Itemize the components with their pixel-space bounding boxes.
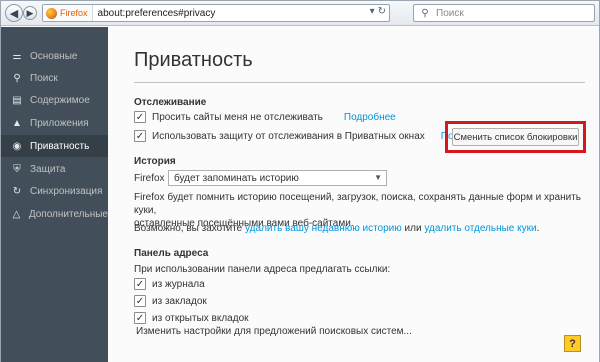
history-actions-line: Возможно, вы захотите удалить вашу недав… [134, 222, 539, 235]
suggest-open-tabs-checkbox[interactable]: ✓ [134, 312, 146, 324]
identity-label: Firefox [60, 8, 88, 18]
tracking-protection-label: Использовать защиту от отслеживания в Пр… [152, 130, 425, 142]
title-divider [134, 82, 585, 83]
dnt-checkbox[interactable]: ✓ [134, 111, 146, 123]
or-text: или [404, 223, 422, 234]
navigation-toolbar: ◀ ▶ Firefox about:preferences#privacy ▾ … [1, 1, 599, 26]
suggest-open-tabs-row: ✓ из открытых вкладок [134, 312, 249, 324]
document-icon: ▤ [12, 94, 22, 106]
sidebar-item-label: Основные [30, 50, 78, 62]
suggest-bookmarks-row: ✓ из закладок [134, 295, 207, 307]
forward-arrow-icon: ▶ [26, 7, 34, 18]
url-bar[interactable]: Firefox about:preferences#privacy ▾ ↻ [42, 4, 390, 22]
search-engine-icon[interactable]: ⚲ [414, 8, 436, 19]
mask-icon: ◉ [12, 140, 22, 152]
change-search-suggestions-link[interactable]: Изменить настройки для предложений поиск… [136, 325, 412, 338]
sidebar-item-label: Приложения [30, 117, 89, 129]
clear-recent-history-link[interactable]: удалить вашу недавнюю историю [245, 223, 402, 234]
urlbar-buttons: ▾ ↻ [370, 6, 386, 17]
sidebar-item-label: Дополнительные [28, 208, 108, 220]
url-text[interactable]: about:preferences#privacy [93, 8, 216, 19]
dnt-label: Просить сайты меня не отслеживать [152, 111, 323, 123]
sidebar-item-label: Приватность [30, 140, 90, 152]
page-title: Приватность [134, 49, 253, 71]
history-mode-value: будет запоминать историю [174, 172, 299, 184]
tracking-protection-checkbox[interactable]: ✓ [134, 130, 146, 142]
suggest-history-checkbox[interactable]: ✓ [134, 278, 146, 290]
sidebar-item-label: Содержимое [30, 94, 90, 106]
suggest-bookmarks-checkbox[interactable]: ✓ [134, 295, 146, 307]
suggest-history-label: из журнала [152, 278, 205, 290]
preferences-sidebar: ⚌ Основные ⚲ Поиск ▤ Содержимое ▲ Прилож… [1, 27, 108, 362]
sidebar-item-search[interactable]: ⚲ Поиск [1, 67, 108, 89]
sidebar-item-label: Синхронизация [30, 185, 103, 197]
dropdown-icon[interactable]: ▾ [370, 6, 375, 17]
remove-cookies-link[interactable]: удалить отдельные куки [424, 223, 536, 234]
sync-icon: ↻ [12, 185, 22, 197]
reload-icon[interactable]: ↻ [378, 6, 386, 17]
rocket-icon: ▲ [12, 117, 22, 129]
tracking-heading: Отслеживание [134, 97, 207, 108]
forward-button[interactable]: ▶ [23, 6, 37, 20]
search-bar[interactable]: ⚲ Поиск [413, 4, 595, 22]
chevron-down-icon: ▼ [374, 173, 382, 182]
sidebar-item-label: Защита [30, 163, 66, 175]
sidebar-item-general[interactable]: ⚌ Основные [1, 45, 108, 67]
tracking-protection-row: ✓ Использовать защиту от отслеживания в … [134, 130, 493, 142]
highlight-frame [445, 121, 586, 153]
switch-icon: ⚌ [12, 50, 22, 62]
sidebar-item-label: Поиск [30, 72, 58, 84]
sidebar-item-advanced[interactable]: △ Дополнительные [1, 203, 108, 225]
search-placeholder: Поиск [436, 7, 464, 19]
period-text: . [536, 223, 540, 234]
sidebar-item-sync[interactable]: ↻ Синхронизация [1, 180, 108, 202]
sidebar-item-security[interactable]: ⛨ Защита [1, 158, 108, 180]
history-desc-line1: Firefox будет помнить историю посещений,… [134, 192, 582, 216]
suggest-open-tabs-label: из открытых вкладок [152, 312, 249, 324]
maybe-prefix: Возможно, вы захотите [134, 223, 243, 234]
firefox-logo-icon [46, 7, 57, 19]
sidebar-item-content[interactable]: ▤ Содержимое [1, 89, 108, 111]
firefox-will-label: Firefox [134, 173, 165, 184]
suggest-bookmarks-label: из закладок [152, 295, 207, 307]
location-bar-heading: Панель адреса [134, 248, 209, 259]
back-button[interactable]: ◀ [5, 4, 23, 22]
sidebar-item-applications[interactable]: ▲ Приложения [1, 112, 108, 134]
location-bar-description: При использовании панели адреса предлага… [134, 264, 391, 275]
suggest-history-row: ✓ из журнала [134, 278, 205, 290]
shield-icon: ⛨ [13, 163, 21, 175]
dnt-row: ✓ Просить сайты меня не отслеживать Подр… [134, 111, 396, 123]
history-heading: История [134, 156, 176, 167]
history-mode-select[interactable]: будет запоминать историю ▼ [168, 170, 387, 186]
help-button[interactable]: ? [564, 335, 581, 352]
browser-window: ◀ ▶ Firefox about:preferences#privacy ▾ … [0, 0, 600, 362]
preferences-content: Приватность Отслеживание ✓ Просить сайты… [108, 27, 599, 362]
wizard-icon: △ [12, 208, 21, 220]
back-arrow-icon: ◀ [9, 7, 19, 20]
search-icon: ⚲ [13, 72, 21, 84]
dnt-learn-more-link[interactable]: Подробнее [344, 112, 396, 123]
sidebar-item-privacy[interactable]: ◉ Приватность [1, 135, 108, 157]
identity-box[interactable]: Firefox [43, 5, 93, 21]
